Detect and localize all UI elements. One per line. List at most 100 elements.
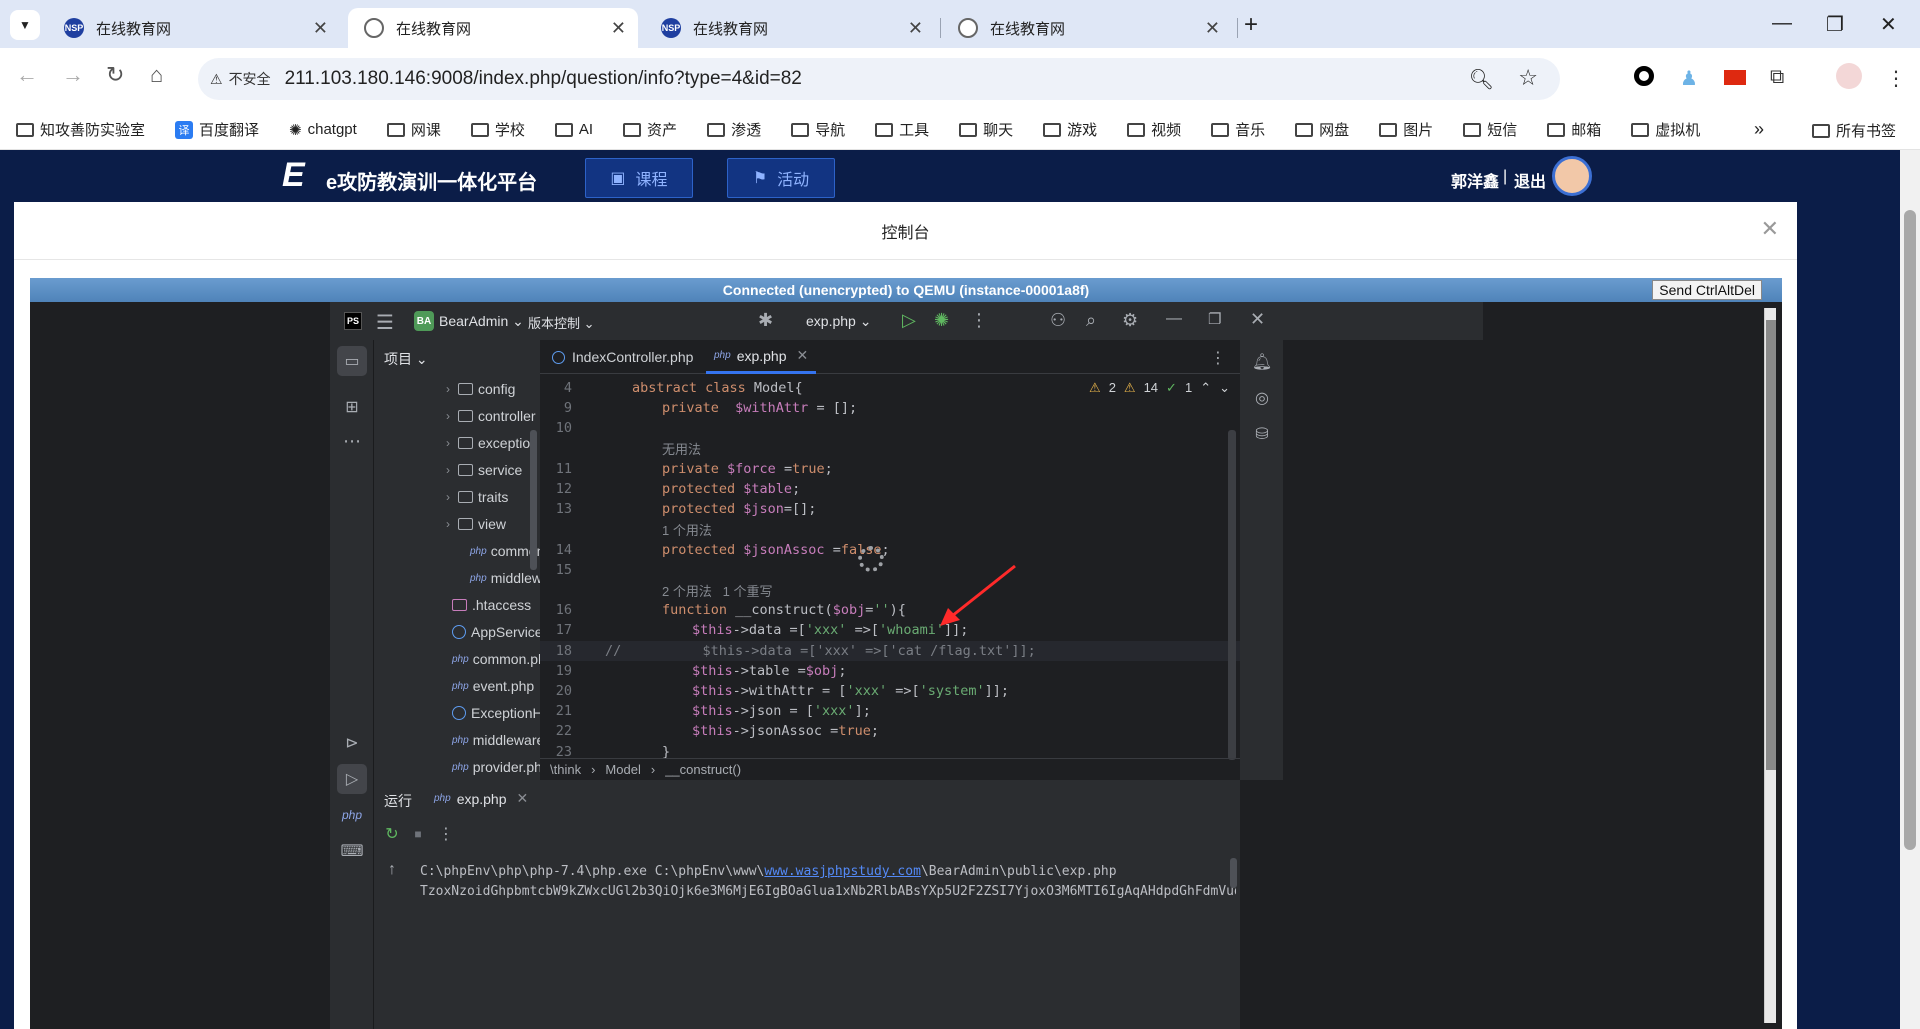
bookmark-item[interactable]: 知攻善防实验室 — [16, 119, 145, 140]
more-tools-icon[interactable]: ⋯ — [337, 426, 367, 456]
gear-icon[interactable]: ⚙ — [1122, 310, 1138, 331]
address-bar[interactable]: ⚠ 不安全 211.103.180.146:9008/index.php/ques… — [198, 58, 1560, 100]
bookmark-star-icon[interactable]: ☆ — [1518, 65, 1538, 91]
rerun-icon[interactable]: ↻ — [382, 824, 402, 844]
tree-item[interactable]: › controller — [374, 405, 540, 427]
close-icon[interactable]: ✕ — [517, 790, 529, 807]
bookmark-item[interactable]: 网盘 — [1295, 119, 1349, 140]
editor-scrollbar[interactable] — [1228, 430, 1236, 760]
extensions-puzzle-icon[interactable]: ⧉ — [1770, 66, 1784, 89]
bookmark-item[interactable]: 渗透 — [707, 119, 761, 140]
scroll-up-icon[interactable]: ↑ — [382, 860, 402, 880]
database-icon[interactable]: ⛁ — [1248, 420, 1276, 448]
structure-icon[interactable]: ⊞ — [337, 392, 367, 422]
close-icon[interactable]: ✕ — [797, 347, 809, 364]
code-line[interactable]: 无用法 — [540, 439, 1240, 459]
window-close-icon[interactable]: ✕ — [1880, 12, 1897, 37]
close-icon[interactable]: ✕ — [313, 18, 328, 39]
run-tool-icon[interactable]: ▷ — [337, 764, 367, 794]
ide-minimize-icon[interactable]: — — [1166, 310, 1182, 328]
tab-options-icon[interactable]: ⋮ — [1210, 348, 1226, 368]
minimize-icon[interactable]: — — [1772, 12, 1792, 35]
tab-search-button[interactable]: ▼ — [10, 10, 40, 40]
bug-icon[interactable]: ✱ — [758, 310, 773, 331]
bookmark-item[interactable]: 游戏 — [1043, 119, 1097, 140]
bookmark-item[interactable]: 图片 — [1379, 119, 1433, 140]
site-logo[interactable]: E — [282, 156, 305, 195]
tab-index-controller[interactable]: IndexController.php — [552, 349, 693, 365]
home-icon[interactable]: ⌂ — [150, 62, 163, 88]
console-scrollbar[interactable] — [1230, 858, 1237, 888]
code-line[interactable]: 9 private $withAttr = []; — [540, 398, 1240, 418]
run-tab[interactable]: php exp.php ✕ — [434, 790, 528, 807]
stop-icon[interactable]: ■ — [408, 824, 428, 844]
logout-link[interactable]: 退出 — [1514, 168, 1546, 192]
console-link[interactable]: www.wasjphpstudy.com — [764, 864, 921, 879]
close-icon[interactable]: ✕ — [1205, 18, 1220, 39]
tree-scrollbar[interactable] — [530, 430, 537, 570]
browser-menu-icon[interactable]: ⋮ — [1886, 66, 1906, 91]
code-line[interactable]: 19 $this->table =$obj; — [540, 661, 1240, 681]
tree-item[interactable]: php event.php — [374, 675, 540, 697]
tree-item[interactable]: AppService.php — [374, 621, 540, 643]
code-line[interactable]: 14 protected $jsonAssoc =false; — [540, 540, 1240, 560]
browser-tab-3[interactable]: NSP 在线教育网 ✕ — [645, 8, 935, 48]
hamburger-menu-icon[interactable]: ☰ — [376, 310, 394, 335]
tree-item[interactable]: › service — [374, 459, 540, 481]
chevron-right-icon[interactable]: › — [446, 436, 450, 450]
close-icon[interactable]: ✕ — [611, 18, 626, 39]
browser-tab-2[interactable]: 在线教育网 ✕ — [348, 8, 638, 48]
ide-close-icon[interactable]: ✕ — [1250, 309, 1265, 330]
code-line[interactable]: 4 abstract class Model{ — [540, 378, 1240, 398]
browser-tab-4[interactable]: 在线教育网 ✕ — [942, 8, 1232, 48]
chevron-right-icon[interactable]: › — [446, 490, 450, 504]
tree-item[interactable]: phpprovider.php — [374, 756, 540, 778]
modal-close-icon[interactable]: ✕ — [1761, 216, 1779, 242]
bookmark-item[interactable]: 聊天 — [959, 119, 1013, 140]
code-line[interactable]: 21 $this->json = ['xxx']; — [540, 701, 1240, 721]
user-name[interactable]: 郭洋鑫 — [1451, 168, 1499, 192]
services-icon[interactable]: ⊳ — [337, 728, 367, 758]
project-panel-title[interactable]: 项目 ⌄ — [384, 349, 428, 369]
more-actions-icon[interactable]: ⋮ — [970, 310, 988, 331]
project-folder-icon[interactable]: ▭ — [337, 346, 367, 376]
tree-item[interactable]: phpmiddleware. — [374, 567, 540, 589]
code-line[interactable]: 2 个用法 1 个重写 — [540, 580, 1240, 600]
chevron-right-icon[interactable]: › — [446, 517, 450, 531]
security-indicator[interactable]: ⚠ 不安全 — [210, 69, 271, 89]
bookmark-item[interactable]: AI — [554, 121, 593, 138]
bookmark-item[interactable]: 导航 — [791, 119, 845, 140]
console-output[interactable]: C:\phpEnv\php\php-7.4\php.exe C:\phpEnv\… — [420, 862, 1236, 1022]
breadcrumb-item[interactable]: \think — [550, 762, 581, 777]
browser-tab-1[interactable]: NSP 在线教育网 ✕ — [48, 8, 340, 48]
run-config-selector[interactable]: exp.php ⌄ — [806, 313, 871, 330]
url-text[interactable]: 211.103.180.146:9008/index.php/question/… — [285, 68, 802, 90]
ctrl-alt-del-button[interactable]: Send CtrlAltDel — [1652, 280, 1762, 300]
code-line[interactable]: 11 private $force =true; — [540, 459, 1240, 479]
extension-figure-icon[interactable]: ♟ — [1680, 66, 1698, 91]
extension-circle-icon[interactable] — [1634, 66, 1654, 86]
bookmark-item[interactable]: 短信 — [1463, 119, 1517, 140]
more-bookmarks-icon[interactable]: » — [1754, 119, 1764, 140]
bookmark-item[interactable]: 邮箱 — [1547, 119, 1601, 140]
bookmark-item[interactable]: 音乐 — [1211, 119, 1265, 140]
tree-item[interactable]: › exception — [374, 432, 540, 454]
code-line[interactable]: 23} — [540, 742, 1240, 758]
bookmark-item[interactable]: 工具 — [875, 119, 929, 140]
vcs-menu[interactable]: 版本控制 ⌄ — [528, 313, 595, 332]
restore-icon[interactable]: ❐ — [1826, 12, 1844, 37]
tree-item[interactable]: phpcommon.php — [374, 648, 540, 670]
code-area[interactable]: 4 abstract class Model{9 private $withAttr… — [540, 378, 1240, 758]
extension-flag-icon[interactable] — [1724, 70, 1746, 85]
vnc-scrollbar[interactable] — [1764, 308, 1776, 1023]
bookmark-item[interactable]: 译百度翻译 — [175, 119, 259, 140]
bookmark-item[interactable]: 视频 — [1127, 119, 1181, 140]
vnc-screen[interactable]: PS ☰ BA BearAdmin ⌄ 版本控制 ⌄ ✱ exp.php ⌄ ▷… — [30, 302, 1782, 1029]
all-bookmarks[interactable]: 所有书签 — [1812, 120, 1896, 141]
nav-courses[interactable]: ▣ 课程 — [585, 158, 693, 198]
new-tab-button[interactable]: + — [1244, 11, 1258, 39]
ide-restore-icon[interactable]: ❐ — [1208, 310, 1221, 328]
forward-icon[interactable]: → — [62, 62, 84, 88]
tree-item[interactable]: ExceptionHandl — [374, 702, 540, 724]
bookmark-item[interactable]: ✺ chatgpt — [289, 121, 357, 139]
